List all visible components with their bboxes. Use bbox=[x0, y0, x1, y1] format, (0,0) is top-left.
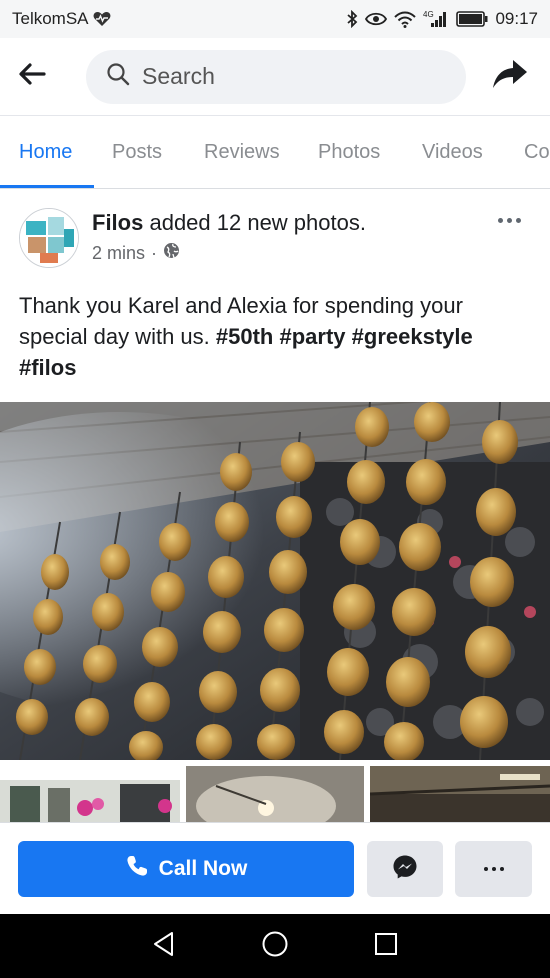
hashtag[interactable]: #party bbox=[280, 324, 346, 349]
dot bbox=[499, 867, 504, 871]
wifi-icon bbox=[394, 11, 417, 28]
dot bbox=[483, 867, 488, 871]
heart-pulse-icon bbox=[93, 11, 111, 27]
nav-home-icon[interactable] bbox=[261, 930, 289, 963]
tab-reviews[interactable]: Reviews bbox=[204, 141, 280, 164]
messenger-button[interactable] bbox=[367, 841, 443, 897]
post-header: Filos added 12 new photos. 2 mins · bbox=[0, 190, 550, 278]
clock: 09:17 bbox=[495, 9, 538, 28]
post-photo-thumb[interactable] bbox=[0, 766, 180, 824]
share-button[interactable] bbox=[488, 55, 532, 99]
post-time[interactable]: 2 mins bbox=[92, 243, 145, 264]
bluetooth-icon bbox=[346, 10, 358, 28]
search-icon bbox=[106, 62, 130, 91]
call-now-label: Call Now bbox=[158, 857, 248, 880]
page-tabs: Home Posts Reviews Photos Videos Co bbox=[0, 117, 550, 189]
dot bbox=[515, 217, 521, 223]
post-title: Filos added 12 new photos. bbox=[92, 210, 366, 236]
page-name[interactable]: Filos bbox=[92, 210, 143, 235]
status-bar: TelkomSA 4G 09:17 bbox=[0, 0, 550, 38]
svg-text:4G: 4G bbox=[423, 10, 434, 19]
hashtag[interactable]: #filos bbox=[19, 355, 76, 380]
meta-separator: · bbox=[151, 242, 158, 263]
arrow-left-icon bbox=[18, 62, 46, 91]
tab-community[interactable]: Co bbox=[524, 141, 550, 164]
nav-back-icon[interactable] bbox=[152, 931, 176, 962]
tab-home[interactable]: Home bbox=[19, 141, 72, 164]
nav-recents-icon[interactable] bbox=[374, 932, 398, 961]
carrier-name: TelkomSA bbox=[12, 9, 89, 28]
battery-icon bbox=[456, 11, 488, 27]
tab-posts[interactable]: Posts bbox=[112, 141, 162, 164]
avatar[interactable] bbox=[19, 208, 79, 268]
post-action: added 12 new photos. bbox=[149, 210, 366, 235]
status-left: TelkomSA bbox=[12, 9, 111, 29]
eye-icon bbox=[365, 11, 388, 27]
active-tab-indicator bbox=[0, 185, 94, 188]
back-button[interactable] bbox=[18, 53, 66, 101]
post-photo-main[interactable] bbox=[0, 402, 550, 760]
messenger-icon bbox=[392, 854, 418, 885]
system-nav-bar bbox=[0, 914, 550, 978]
dot bbox=[497, 217, 503, 223]
dot bbox=[506, 217, 512, 223]
status-right: 4G 09:17 bbox=[346, 9, 538, 29]
post-text: Thank you Karel and Alexia for spending … bbox=[19, 290, 534, 383]
search-placeholder: Search bbox=[142, 63, 215, 89]
post-photo-thumb[interactable] bbox=[370, 766, 550, 824]
dot bbox=[491, 867, 496, 871]
phone-icon bbox=[125, 854, 149, 884]
tab-photos[interactable]: Photos bbox=[318, 141, 380, 164]
call-now-button[interactable]: Call Now bbox=[18, 841, 354, 897]
post-photo-thumb[interactable] bbox=[186, 766, 364, 824]
hashtag[interactable]: #greekstyle bbox=[352, 324, 473, 349]
hashtag[interactable]: #50th bbox=[216, 324, 273, 349]
globe-icon bbox=[163, 242, 180, 264]
page-action-bar: Call Now bbox=[0, 822, 550, 914]
post-meta: 2 mins · bbox=[92, 242, 180, 264]
more-options-button[interactable] bbox=[455, 841, 532, 897]
share-arrow-icon bbox=[492, 58, 528, 95]
signal-icon: 4G bbox=[423, 10, 449, 28]
app-header: Search bbox=[0, 38, 550, 116]
post-options-button[interactable] bbox=[494, 210, 524, 230]
tab-videos[interactable]: Videos bbox=[422, 141, 483, 164]
search-input[interactable]: Search bbox=[86, 49, 466, 104]
